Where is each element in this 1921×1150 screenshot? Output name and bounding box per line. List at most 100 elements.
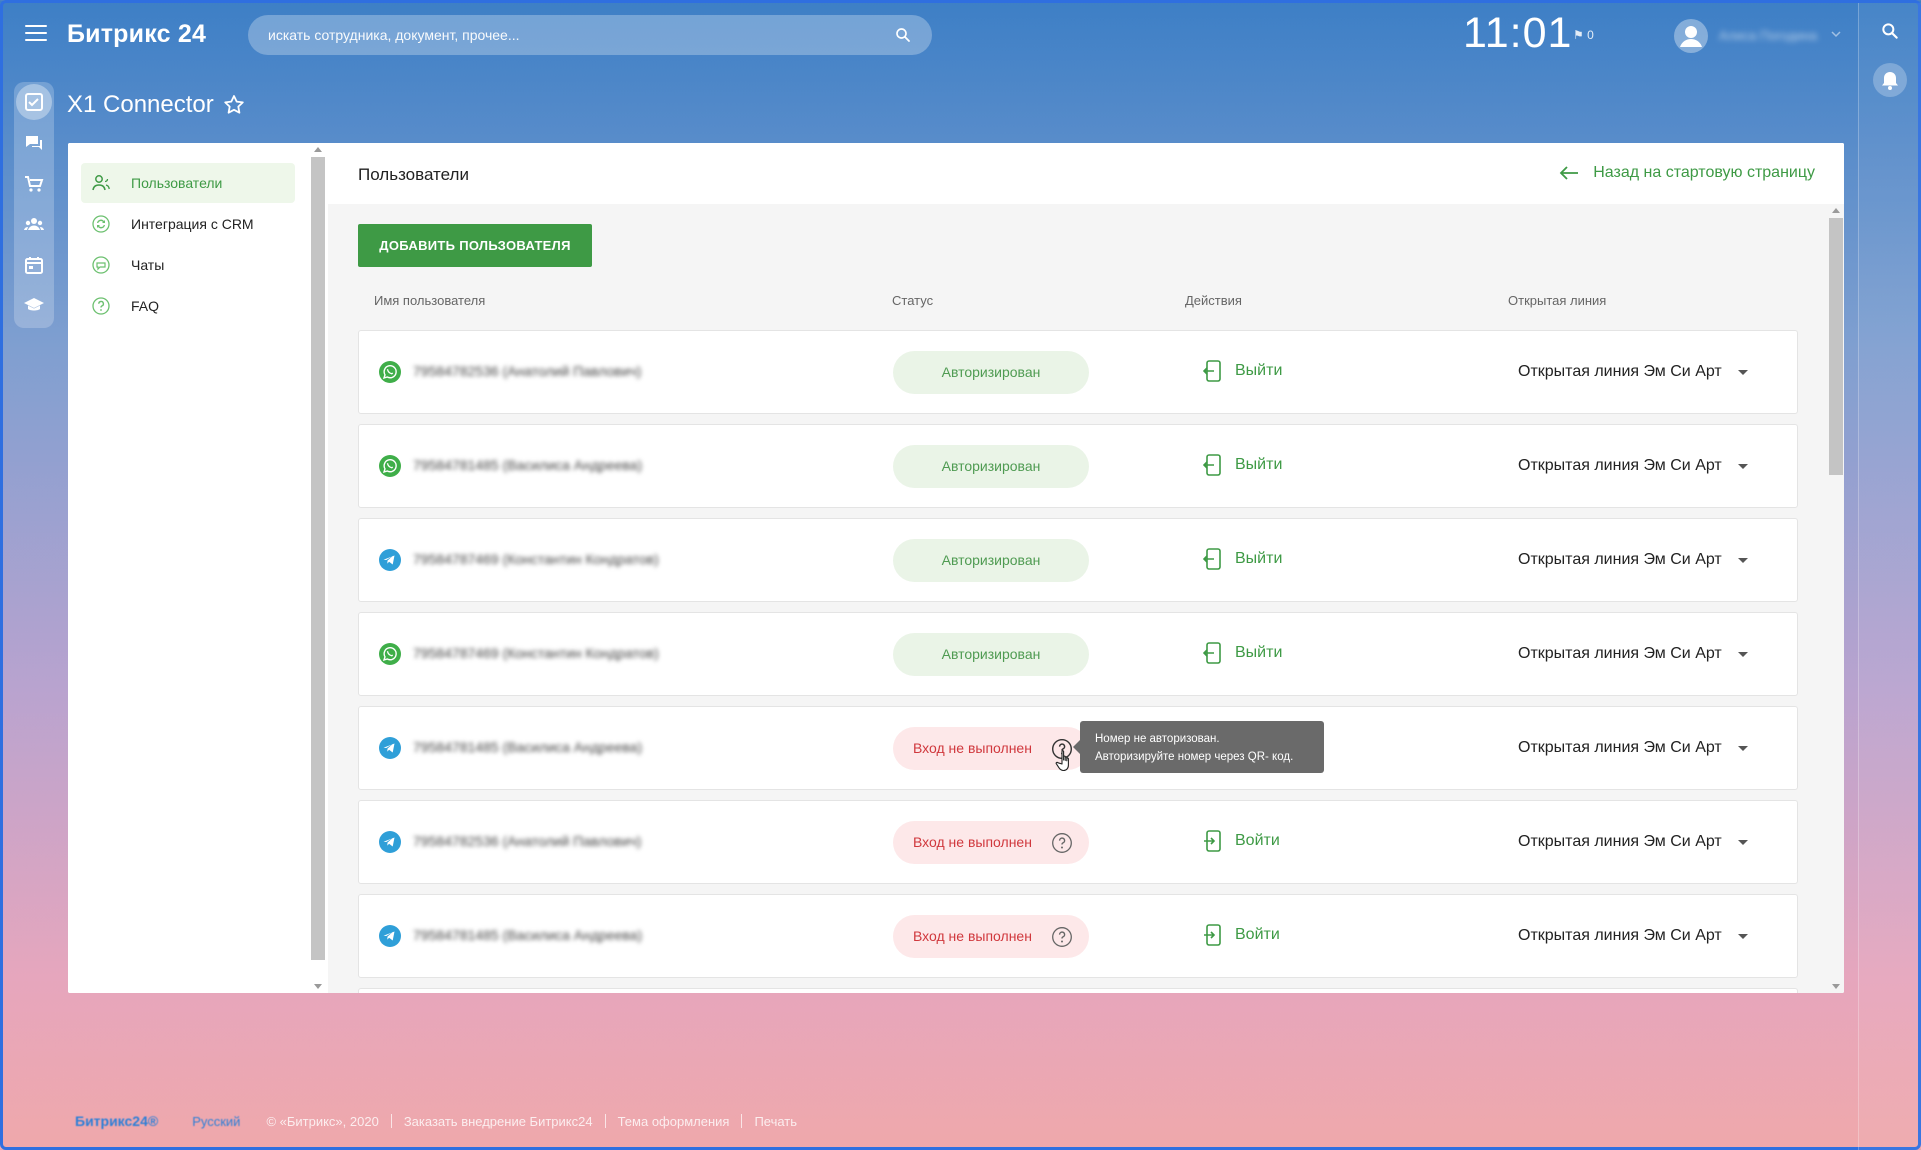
column-header-actions[interactable]: Действия <box>1185 293 1242 308</box>
scroll-down-icon[interactable] <box>1832 984 1840 989</box>
sidebar-item-label: Пользователи <box>131 175 223 191</box>
footer-logo[interactable]: Битрикс24® <box>75 1113 158 1129</box>
clock[interactable]: 11:01 <box>1463 9 1572 58</box>
scroll-thumb[interactable] <box>311 157 325 960</box>
chat-icon <box>92 256 110 274</box>
global-search[interactable] <box>248 15 932 55</box>
search-icon[interactable] <box>894 26 912 44</box>
avatar[interactable] <box>1674 19 1708 53</box>
content-scrollbar[interactable] <box>1826 204 1844 993</box>
user-name-cell: 79584781485 (Василиса Андреева) <box>413 739 643 755</box>
status-badge: Авторизирован <box>893 351 1089 394</box>
open-line-select[interactable]: Открытая линия Эм Си Арт <box>1518 551 1748 569</box>
chat-icon[interactable] <box>23 132 45 154</box>
sidebar-item-label: FAQ <box>131 298 160 314</box>
status-badge: Вход не выполнен <box>893 915 1089 958</box>
column-header-open-line[interactable]: Открытая линия <box>1508 293 1606 308</box>
telegram-icon <box>379 831 401 853</box>
action-label: Войти <box>1235 926 1280 943</box>
caret-down-icon <box>1737 369 1748 375</box>
add-user-button[interactable]: ДОБАВИТЬ ПОЛЬЗОВАТЕЛЯ <box>358 224 592 267</box>
star-icon[interactable] <box>222 93 246 117</box>
action-label: Войти <box>1235 832 1280 849</box>
app-logo[interactable]: Битрикс 24 <box>67 20 206 49</box>
open-line-select[interactable]: Открытая линия Эм Си Арт <box>1518 833 1748 851</box>
sidebar-item-label: Чаты <box>131 257 165 273</box>
footer-divider <box>390 1114 392 1128</box>
action-label: Выйти <box>1235 456 1283 473</box>
open-line-select[interactable]: Открытая линия Эм Си Арт <box>1518 645 1748 663</box>
app-card: Пользователи Интеграция с CRM Чаты FAQ П… <box>68 143 1844 993</box>
login-button[interactable]: Войти <box>1203 923 1280 947</box>
telegram-icon <box>379 549 401 571</box>
open-line-select[interactable]: Открытая линия Эм Си Арт <box>1518 457 1748 475</box>
language-select[interactable]: Русский <box>192 1114 240 1129</box>
open-line-select[interactable]: Открытая линия Эм Си Арт <box>1518 927 1748 945</box>
logout-button[interactable]: Выйти <box>1203 547 1282 571</box>
table-row: 79584781485 (Василиса Андреева) Вход не … <box>358 894 1798 978</box>
footer-link-order[interactable]: Заказать внедрение Битрикс24 <box>404 1114 593 1129</box>
user-name-cell: 79584787469 (Константин Кондратов) <box>413 551 659 567</box>
footer-link-print[interactable]: Печать <box>754 1114 797 1129</box>
copyright: © «Битрикс», 2020 <box>266 1113 379 1129</box>
footer-divider <box>604 1114 606 1128</box>
flag-count: 0 <box>1587 28 1594 42</box>
action-label: Выйти <box>1235 550 1283 567</box>
top-bar: Битрикс 24 11:01 ⚑ 0 Алиса Погодина <box>3 3 1921 69</box>
help-icon <box>92 297 110 315</box>
logout-button[interactable]: Выйти <box>1203 641 1282 665</box>
status-badge: Авторизирован <box>893 539 1089 582</box>
sidebar-item-chats[interactable]: Чаты <box>81 245 295 285</box>
menu-icon[interactable] <box>25 25 47 43</box>
table-row <box>358 988 1798 993</box>
footer-link-theme[interactable]: Тема оформления <box>618 1114 730 1129</box>
arrow-left-icon <box>1559 166 1579 180</box>
open-line-select[interactable]: Открытая линия Эм Си Арт <box>1518 739 1748 757</box>
logout-icon <box>1203 360 1221 382</box>
scroll-up-icon[interactable] <box>314 147 322 152</box>
tooltip-line-1: Номер не авторизован. <box>1095 733 1220 745</box>
flag-counter[interactable]: ⚑ 0 <box>1573 28 1594 42</box>
column-header-status[interactable]: Статус <box>892 293 933 308</box>
scroll-up-icon[interactable] <box>1832 208 1840 213</box>
scroll-down-icon[interactable] <box>314 984 322 989</box>
user-name[interactable]: Алиса Погодина <box>1719 28 1817 43</box>
logout-button[interactable]: Выйти <box>1203 453 1282 477</box>
search-icon[interactable] <box>1880 21 1900 41</box>
table-row: 79584782536 (Анатолий Павлович) Вход не … <box>358 800 1798 884</box>
open-line-select[interactable]: Открытая линия Эм Си Арт <box>1518 363 1748 381</box>
bell-icon <box>1882 72 1898 90</box>
chevron-down-icon[interactable] <box>1831 29 1841 39</box>
sidebar-item-label: Интеграция с CRM <box>131 216 254 232</box>
open-line-value: Открытая линия Эм Си Арт <box>1518 833 1722 850</box>
open-line-value: Открытая линия Эм Си Арт <box>1518 739 1722 756</box>
login-icon <box>1204 924 1221 946</box>
right-rail <box>1858 3 1921 1150</box>
back-to-start-link[interactable]: Назад на стартовую страницу <box>1559 164 1815 182</box>
caret-down-icon <box>1737 651 1748 657</box>
tooltip-line-2: Авторизируйте номер через QR- код. <box>1095 751 1294 763</box>
open-line-value: Открытая линия Эм Си Арт <box>1518 927 1722 944</box>
education-icon[interactable] <box>23 294 45 316</box>
notifications-button[interactable] <box>1873 63 1907 97</box>
search-input[interactable] <box>268 15 868 55</box>
action-label: Выйти <box>1235 362 1283 379</box>
sidebar-item-users[interactable]: Пользователи <box>81 163 295 203</box>
table-row: 79584787469 (Константин Кондратов) Автор… <box>358 518 1798 602</box>
help-icon[interactable] <box>1051 832 1073 854</box>
login-button[interactable]: Войти <box>1203 829 1280 853</box>
telegram-icon <box>379 737 401 759</box>
cart-icon[interactable] <box>23 173 45 195</box>
sidebar-item-faq[interactable]: FAQ <box>81 286 295 326</box>
rail-item-tasks[interactable] <box>16 84 52 120</box>
help-icon[interactable] <box>1051 926 1073 948</box>
column-header-name[interactable]: Имя пользователя <box>374 293 485 308</box>
app-sidebar: Пользователи Интеграция с CRM Чаты FAQ <box>68 143 308 993</box>
user-icon <box>1680 26 1702 47</box>
scroll-thumb[interactable] <box>1829 218 1843 475</box>
sidebar-scrollbar[interactable] <box>308 143 328 993</box>
logout-button[interactable]: Выйти <box>1203 359 1282 383</box>
team-icon[interactable] <box>23 213 45 235</box>
sidebar-item-crm[interactable]: Интеграция с CRM <box>81 204 295 244</box>
calendar-icon[interactable] <box>23 254 45 276</box>
